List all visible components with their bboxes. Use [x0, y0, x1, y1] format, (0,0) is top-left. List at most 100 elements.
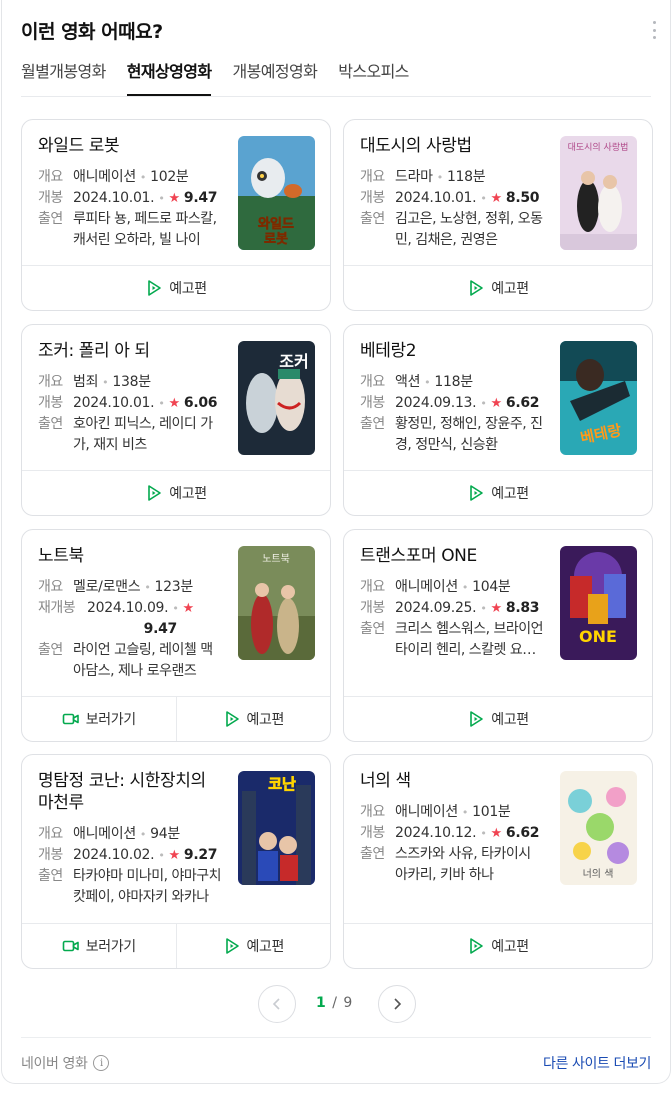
movie-poster[interactable]: 와일드 로봇: [238, 136, 315, 250]
release-date: 2024.09.25.: [395, 600, 477, 616]
movie-card[interactable]: 베테랑2 개요 액션 • 118분 개봉 2024.09.13. • ★ 6.62 출연 황정민…: [343, 324, 653, 516]
chevron-right-icon: [394, 998, 402, 1010]
movie-poster[interactable]: 코난: [238, 771, 315, 885]
movie-poster[interactable]: ONE: [560, 546, 637, 660]
trailer-label: 예고편: [169, 281, 207, 297]
movie-genre: 애니메이션: [73, 169, 136, 185]
cast-label: 출연: [38, 642, 63, 658]
separator-dot: •: [158, 192, 165, 205]
trailer-button[interactable]: 예고편: [344, 266, 652, 310]
movie-poster[interactable]: 대도시의 사랑법: [560, 136, 637, 250]
movie-title[interactable]: 너의 색: [360, 770, 540, 792]
movie-genre: 범죄: [73, 374, 99, 390]
movie-card[interactable]: 너의 색 개요 애니메이션 • 101분 개봉 2024.10.12. • ★ 6.62 출연…: [343, 754, 653, 969]
card-actions: 보러가기 예고편: [22, 923, 330, 968]
separator-dot: •: [158, 397, 165, 410]
separator-dot: •: [102, 376, 109, 389]
trailer-button[interactable]: 예고편: [22, 471, 330, 515]
watch-label: 보러가기: [85, 712, 136, 728]
tab-upcoming[interactable]: 개봉예정영화: [232, 58, 317, 96]
rating-score: 9.47: [143, 621, 178, 637]
svg-text:대도시의 사랑법: 대도시의 사랑법: [568, 141, 629, 153]
movie-runtime: 138분: [112, 374, 151, 390]
trailer-button[interactable]: 예고편: [344, 697, 652, 741]
more-options-icon[interactable]: [644, 21, 664, 39]
more-sites-link[interactable]: 다른 사이트 더보기: [543, 1053, 651, 1073]
movie-card[interactable]: 조커: 폴리 아 되 개요 범죄 • 138분 개봉 2024.10.01. • ★ 6.06…: [21, 324, 331, 516]
star-icon: ★: [182, 601, 195, 616]
separator-dot: •: [480, 192, 487, 205]
movie-title[interactable]: 조커: 폴리 아 되: [38, 340, 218, 362]
next-page-button[interactable]: [378, 985, 416, 1023]
prev-page-button[interactable]: [258, 985, 296, 1023]
tabs-divider: [21, 96, 651, 97]
trailer-label: 예고편: [246, 712, 285, 728]
movie-genre: 드라마: [395, 169, 433, 185]
play-icon: [470, 485, 484, 501]
genre-label: 개요: [38, 826, 63, 842]
trailer-button[interactable]: 예고편: [175, 697, 331, 741]
tab-box-office[interactable]: 박스오피스: [338, 58, 409, 96]
cast-list: 김고은, 노상현, 정휘, 오동민, 김채은, 권영은: [395, 211, 543, 248]
video-camera-icon: [62, 940, 79, 952]
trailer-button[interactable]: 예고편: [344, 471, 652, 515]
movie-genre: 액션: [395, 374, 421, 390]
tab-monthly-release[interactable]: 월별개봉영화: [21, 58, 106, 96]
genre-label: 개요: [38, 374, 63, 390]
separator-dot: •: [139, 171, 147, 184]
play-icon: [225, 711, 239, 727]
panel-title: 이런 영화 어때요?: [21, 21, 163, 43]
movie-card[interactable]: 명탐정 코난: 시한장치의 마천루 개요 애니메이션 • 94분 개봉 2024.10.…: [21, 754, 331, 969]
movie-poster[interactable]: 너의 색: [560, 771, 637, 885]
movie-card[interactable]: 트랜스포머 ONE 개요 애니메이션 • 104분 개봉 2024.09.25. • ★ 8.…: [343, 529, 653, 742]
trailer-label: 예고편: [169, 486, 207, 502]
card-actions: 보러가기 예고편: [22, 696, 330, 741]
movie-genre: 애니메이션: [395, 579, 458, 595]
current-page: 1: [316, 995, 327, 1011]
svg-text:와일드: 와일드: [258, 216, 294, 232]
separator-dot: •: [480, 602, 487, 615]
movie-poster[interactable]: 베테랑: [560, 341, 637, 455]
release-label: 개봉: [360, 190, 385, 206]
movie-poster[interactable]: 노트북: [238, 546, 315, 660]
trailer-button[interactable]: 예고편: [344, 924, 652, 968]
movie-title[interactable]: 명탐정 코난: 시한장치의 마천루: [38, 770, 218, 814]
separator-dot: •: [480, 827, 487, 840]
total-pages: 9: [343, 995, 354, 1011]
movie-card[interactable]: 대도시의 사랑법 개요 드라마 • 118분 개봉 2024.10.01. • ★ 8.50 …: [343, 119, 653, 311]
cast-list: 타카야마 미나미, 야마구치 캇페이, 야마자키 와카나: [73, 868, 222, 905]
movie-genre: 멜로/로맨스: [73, 579, 141, 595]
separator-dot: •: [436, 171, 444, 184]
release-date: 2024.10.01.: [73, 395, 155, 411]
separator-dot: •: [461, 581, 469, 594]
release-date: 2024.09.13.: [395, 395, 477, 411]
svg-text:조커: 조커: [279, 352, 308, 371]
tab-now-showing[interactable]: 현재상영영화: [126, 58, 212, 96]
card-actions: 예고편: [22, 265, 330, 310]
play-icon: [470, 711, 484, 727]
star-icon: ★: [490, 826, 503, 841]
trailer-label: 예고편: [246, 939, 285, 955]
release-label: 개봉: [38, 395, 63, 411]
separator-dot: •: [144, 581, 151, 594]
movie-card[interactable]: 와일드 로봇 개요 애니메이션 • 102분 개봉 2024.10.01. • ★ 9.47 …: [21, 119, 331, 311]
card-actions: 예고편: [344, 265, 652, 310]
trailer-button[interactable]: 예고편: [175, 924, 331, 968]
movie-info: 개요 애니메이션 • 104분 개봉 2024.09.25. • ★ 8.83 출연 크리스 헴…: [360, 577, 545, 661]
video-camera-icon: [62, 713, 79, 725]
release-label: 개봉: [360, 395, 385, 411]
info-icon[interactable]: i: [93, 1055, 110, 1071]
release-date: 2024.10.09.: [87, 600, 169, 616]
movie-title[interactable]: 노트북: [38, 545, 218, 567]
movie-runtime: 104분: [472, 579, 511, 595]
movie-title[interactable]: 와일드 로봇: [38, 135, 218, 157]
watch-button[interactable]: 보러가기: [22, 697, 176, 741]
movie-card[interactable]: 노트북 개요 멜로/로맨스 • 123분 재개봉 2024.10.09. • ★ 9.47 출…: [21, 529, 331, 742]
rating-score: 8.83: [505, 600, 540, 616]
movie-title[interactable]: 트랜스포머 ONE: [360, 545, 540, 567]
movie-title[interactable]: 대도시의 사랑법: [360, 135, 540, 157]
movie-poster[interactable]: 조커: [238, 341, 315, 455]
trailer-button[interactable]: 예고편: [22, 266, 330, 310]
watch-button[interactable]: 보러가기: [22, 924, 176, 968]
movie-title[interactable]: 베테랑2: [360, 340, 540, 362]
